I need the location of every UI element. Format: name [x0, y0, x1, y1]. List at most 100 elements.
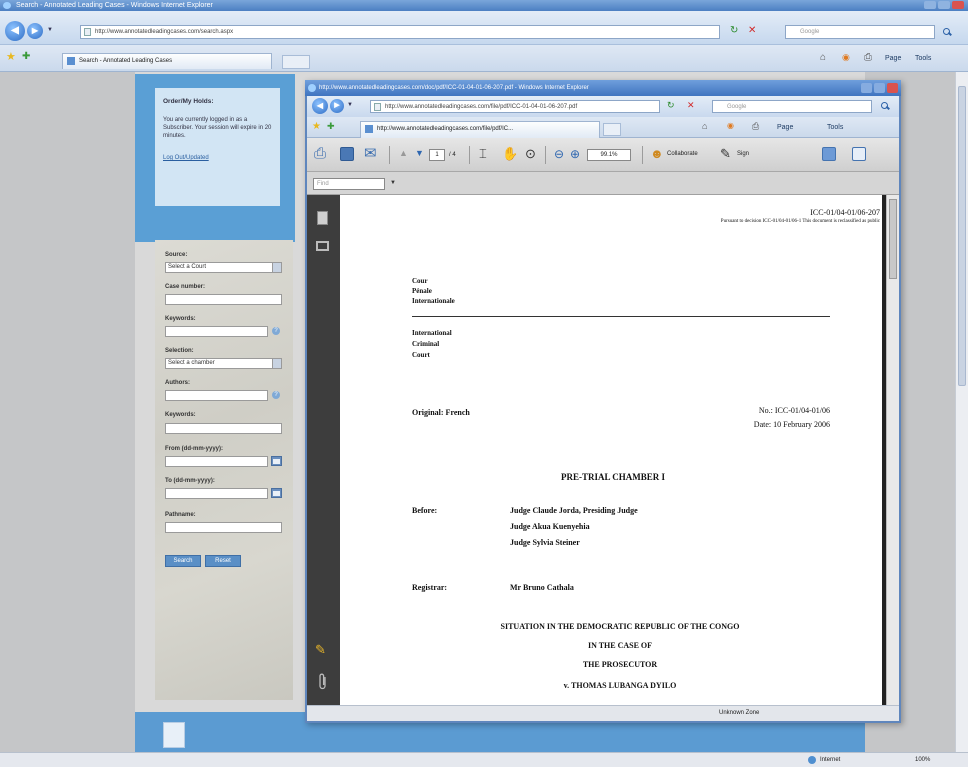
- forward-icon[interactable]: ▶: [330, 99, 344, 113]
- sign-button[interactable]: Sign: [737, 151, 749, 157]
- logout-link[interactable]: Log Out/Updated: [163, 154, 272, 162]
- tab-search[interactable]: Search - Annotated Leading Cases: [62, 53, 272, 69]
- page-down-icon[interactable]: ▼: [415, 149, 424, 158]
- collaborate-icon[interactable]: ☻: [650, 147, 664, 160]
- zoom-in-icon[interactable]: ⊕: [570, 148, 580, 160]
- main-scrollbar[interactable]: [955, 72, 968, 752]
- zoom-out-icon[interactable]: ⊖: [554, 148, 564, 160]
- main-window-title: Search - Annotated Leading Cases - Windo…: [16, 2, 213, 9]
- page-menu[interactable]: Page: [777, 124, 793, 131]
- feeds-icon[interactable]: ◉: [842, 53, 850, 62]
- zoom-value: 99.1%: [600, 152, 618, 158]
- back-icon[interactable]: ◀: [5, 21, 25, 41]
- bookmarks-panel-icon[interactable]: [316, 241, 329, 251]
- popup-search-input[interactable]: Google: [712, 100, 872, 113]
- marquee-zoom-icon[interactable]: ⊙: [525, 147, 536, 160]
- collaborate-button[interactable]: Collaborate: [667, 151, 698, 157]
- calendar-icon[interactable]: [271, 456, 282, 466]
- zoom-select[interactable]: 99.1%: [587, 149, 631, 161]
- pages-panel-icon[interactable]: [317, 211, 328, 225]
- forward-icon[interactable]: ▶: [27, 23, 43, 39]
- back-icon[interactable]: ◀: [312, 98, 328, 114]
- find-input[interactable]: Find: [313, 178, 385, 190]
- refresh-icon[interactable]: ↻: [730, 26, 738, 36]
- history-dropdown-icon[interactable]: ▼: [347, 102, 353, 108]
- stop-icon[interactable]: ✕: [687, 101, 695, 110]
- reset-button[interactable]: Reset: [205, 555, 241, 567]
- favorites-star-icon[interactable]: ★: [6, 52, 16, 63]
- find-options-dropdown-icon[interactable]: ▼: [390, 180, 396, 186]
- find-placeholder: Find: [317, 181, 329, 187]
- authors-input[interactable]: [165, 390, 268, 401]
- page-number-input[interactable]: 1: [429, 149, 445, 161]
- print-icon[interactable]: ⎙: [864, 53, 872, 63]
- close-button[interactable]: [887, 83, 898, 93]
- fit-page-icon[interactable]: [852, 147, 866, 161]
- select-icon[interactable]: ⌶: [479, 147, 487, 160]
- accused-heading: v. THOMAS LUBANGA DYILO: [563, 681, 677, 690]
- keywords-label: Keywords:: [165, 316, 196, 322]
- chamber-heading: PRE-TRIAL CHAMBER I: [561, 472, 666, 482]
- help-icon[interactable]: ?: [272, 391, 280, 399]
- zoom-level[interactable]: 100%: [915, 753, 930, 767]
- minimize-button[interactable]: [924, 1, 936, 9]
- help-icon[interactable]: ?: [272, 327, 280, 335]
- new-tab-button[interactable]: [282, 55, 310, 69]
- minimize-button[interactable]: [861, 83, 872, 93]
- login-box-title: Order/My Holds:: [163, 98, 214, 105]
- maximize-button[interactable]: [874, 83, 885, 93]
- toolbar-separator: [389, 146, 390, 164]
- tools-menu[interactable]: Tools: [827, 124, 843, 131]
- chevron-down-icon: [272, 263, 281, 272]
- stop-icon[interactable]: ✕: [748, 26, 756, 36]
- sign-pen-icon[interactable]: ✎: [720, 147, 731, 160]
- home-icon[interactable]: ⌂: [702, 122, 707, 131]
- scrollbar-thumb[interactable]: [958, 86, 966, 386]
- selection-select[interactable]: Select a chamber: [165, 358, 282, 369]
- popup-address-bar[interactable]: http://www.annotatedleadingcases.com/fil…: [370, 100, 660, 113]
- address-bar[interactable]: http://www.annotatedleadingcases.com/sea…: [80, 25, 720, 39]
- close-button[interactable]: [952, 1, 964, 9]
- search-icon[interactable]: [880, 101, 890, 111]
- history-dropdown-icon[interactable]: ▼: [47, 27, 53, 33]
- pdf-scrollbar[interactable]: [886, 195, 899, 705]
- search-input[interactable]: Google: [785, 25, 935, 39]
- print-icon[interactable]: ⎙: [314, 146, 326, 161]
- toolbar-separator: [469, 146, 470, 164]
- source-select[interactable]: Select a Court: [165, 262, 282, 273]
- search-button[interactable]: Search: [165, 555, 201, 567]
- from-date-input[interactable]: [165, 456, 268, 467]
- new-tab-button[interactable]: [603, 123, 621, 136]
- refresh-icon[interactable]: ↻: [667, 101, 675, 110]
- home-icon[interactable]: ⌂: [820, 53, 826, 63]
- main-tab-bar: ★ ✚ Search - Annotated Leading Cases ⌂ ◉…: [0, 45, 968, 72]
- maximize-button[interactable]: [938, 1, 950, 9]
- tab-pdf[interactable]: http://www.annotatedleadingcases.com/fil…: [360, 121, 600, 138]
- pathname-input[interactable]: [165, 522, 282, 533]
- add-favorites-icon[interactable]: ✚: [22, 52, 30, 62]
- page-menu[interactable]: Page: [885, 55, 901, 62]
- paperclip-icon[interactable]: [317, 673, 329, 691]
- security-zone: Internet: [820, 757, 841, 763]
- sign-pen-icon[interactable]: ✎: [315, 643, 326, 656]
- hand-icon[interactable]: ✋: [502, 147, 518, 160]
- keywords-input[interactable]: [165, 326, 268, 337]
- scrollbar-thumb[interactable]: [889, 199, 897, 279]
- search-icon[interactable]: [942, 27, 952, 37]
- case-number-input[interactable]: [165, 294, 282, 305]
- calendar-icon[interactable]: [271, 488, 282, 498]
- print-icon[interactable]: ⎙: [752, 122, 759, 131]
- save-icon[interactable]: [340, 147, 354, 161]
- fit-width-icon[interactable]: [822, 147, 836, 161]
- page-up-icon[interactable]: ▲: [399, 149, 408, 158]
- add-favorites-icon[interactable]: ✚: [327, 122, 335, 131]
- to-date-input[interactable]: [165, 488, 268, 499]
- pathname-label: Pathname:: [165, 512, 196, 518]
- to-date-label: To (dd-mm-yyyy):: [165, 478, 215, 484]
- case-of-heading: IN THE CASE OF: [587, 641, 653, 650]
- feeds-icon[interactable]: ◉: [727, 122, 734, 130]
- favorites-star-icon[interactable]: ★: [312, 122, 321, 132]
- tools-menu[interactable]: Tools: [915, 55, 931, 62]
- email-icon[interactable]: ✉: [364, 146, 377, 161]
- keywords-2-input[interactable]: [165, 423, 282, 434]
